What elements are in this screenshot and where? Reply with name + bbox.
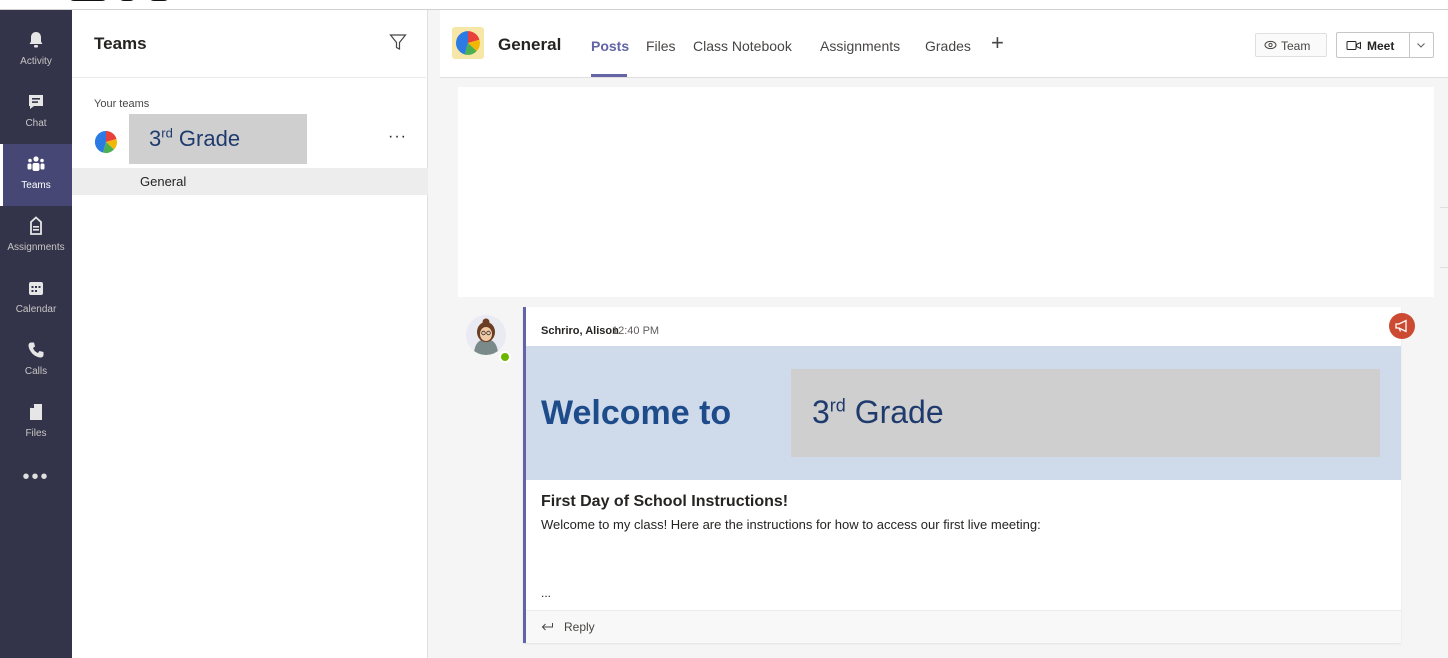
banner-headline: Welcome to (541, 394, 732, 432)
team-button-label: Team (1281, 39, 1311, 53)
channel-header: General Posts Files Class Notebook Assig… (440, 10, 1448, 78)
see-more-ellipsis[interactable]: ... (541, 586, 551, 600)
team-more-options-button[interactable]: ··· (388, 129, 407, 145)
filter-icon[interactable] (388, 32, 408, 52)
reply-button[interactable]: Reply (526, 610, 1401, 643)
reply-arrow-icon (541, 623, 553, 631)
assignments-icon (30, 216, 42, 235)
panel-title: Teams (94, 34, 147, 53)
rail-label: Activity (20, 56, 52, 67)
rail-item-assignments[interactable]: Assignments (0, 206, 72, 268)
rail-item-files[interactable]: Files (0, 392, 72, 454)
more-apps-button[interactable]: ••• (0, 467, 72, 496)
post-subject: First Day of School Instructions! (541, 493, 789, 510)
announcement-megaphone-icon (1389, 313, 1415, 339)
post-author[interactable]: Schriro, Alison (541, 325, 619, 337)
banner-grade-redaction: 3rd Grade (791, 369, 1380, 457)
avatar-illustration-icon (466, 315, 506, 355)
tab-assignments[interactable]: Assignments (820, 38, 900, 54)
teams-icon (27, 156, 45, 171)
team-name: 3rd Grade (149, 125, 241, 151)
tab-grades[interactable]: Grades (925, 38, 971, 54)
post-body: Welcome to my class! Here are the instru… (541, 517, 1041, 532)
team-pie-icon (456, 31, 480, 55)
top-cropped-strip (0, 0, 1448, 10)
meet-button[interactable]: Meet (1336, 32, 1434, 58)
chat-icon (29, 95, 43, 109)
rail-label: Teams (21, 180, 51, 191)
rail-item-teams[interactable]: Teams (0, 144, 72, 206)
team-row-3rd-grade[interactable]: 3rd Grade ··· (72, 114, 428, 164)
rail-label: Assignments (7, 242, 65, 253)
video-camera-icon (1346, 41, 1361, 50)
presence-available-icon (499, 351, 511, 363)
announcement-banner: Welcome to 3rd Grade (526, 346, 1401, 480)
rail-label: Calls (24, 366, 48, 377)
active-tab-indicator (591, 74, 627, 77)
announcement-post[interactable]: Schriro, Alison 12:40 PM Welcome to 3rd … (523, 307, 1415, 643)
previous-post-card (458, 87, 1434, 297)
team-view-button[interactable]: Team (1255, 33, 1327, 57)
teams-panel: Teams Your teams 3rd Grade ··· General (72, 10, 428, 658)
channel-name: General (140, 174, 187, 189)
post-timestamp: 12:40 PM (612, 325, 660, 337)
tab-class-notebook[interactable]: Class Notebook (693, 38, 792, 54)
rail-label: Chat (25, 118, 47, 129)
channel-item-general[interactable]: General (72, 168, 428, 195)
meet-button-label: Meet (1367, 39, 1395, 53)
rail-label: Files (25, 428, 47, 439)
bell-icon (29, 32, 43, 48)
calendar-icon (29, 282, 43, 295)
app-rail: Activity Chat Teams Assignments Calendar… (0, 10, 72, 658)
teams-app: Activity Chat Teams Assignments Calendar… (0, 0, 1448, 658)
channel-avatar (452, 27, 484, 59)
file-icon (30, 404, 42, 420)
rail-label: Calendar (15, 304, 57, 315)
author-avatar[interactable] (466, 315, 506, 355)
rail-item-chat[interactable]: Chat (0, 82, 72, 144)
banner-grade-text: 3rd Grade (812, 394, 944, 430)
add-tab-button[interactable]: + (991, 30, 1004, 56)
rail-item-calendar[interactable]: Calendar (0, 268, 72, 330)
team-name-redaction: 3rd Grade (129, 114, 307, 164)
reply-label: Reply (564, 620, 595, 634)
tab-posts[interactable]: Posts (591, 38, 629, 54)
eye-icon (1264, 40, 1277, 50)
channel-title: General (498, 35, 562, 54)
your-teams-label: Your teams (94, 98, 150, 110)
chevron-down-icon[interactable] (1416, 40, 1426, 50)
panel-divider (72, 77, 428, 78)
tab-files[interactable]: Files (646, 38, 676, 54)
conversation-feed[interactable]: Schriro, Alison 12:40 PM Welcome to 3rd … (440, 79, 1448, 658)
rail-item-calls[interactable]: Calls (0, 330, 72, 392)
team-pie-icon (94, 130, 117, 154)
rail-item-activity[interactable]: Activity (0, 20, 72, 82)
phone-icon (28, 342, 44, 358)
